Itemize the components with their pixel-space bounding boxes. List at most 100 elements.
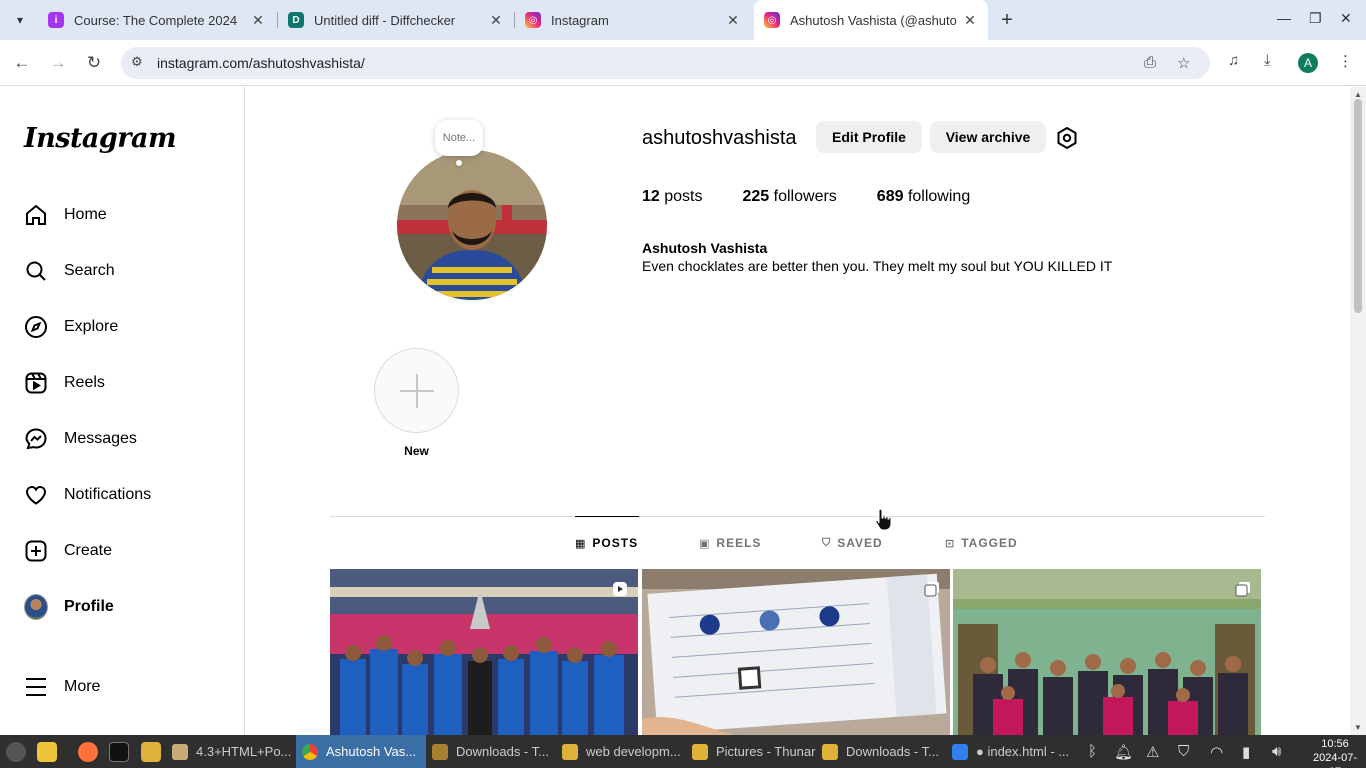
close-icon[interactable]: ✕ — [725, 12, 741, 29]
followers-stat[interactable]: 225 followers — [743, 188, 837, 206]
following-stat[interactable]: 689 following — [877, 188, 970, 206]
close-icon[interactable]: ✕ — [488, 12, 504, 29]
close-window-icon[interactable]: ✕ — [1340, 10, 1352, 27]
browser-tab[interactable]: ◎ Instagram ✕ — [515, 0, 751, 40]
browser-tab-active[interactable]: ◎ Ashutosh Vashista (@ashuto ✕ — [754, 0, 988, 40]
scroll-down-icon[interactable]: ▼ — [1354, 723, 1362, 732]
scroll-up-icon[interactable]: ▲ — [1354, 90, 1362, 99]
wifi-icon[interactable]: ◠ — [1210, 743, 1223, 761]
chrome-profile-avatar[interactable]: A — [1298, 53, 1318, 73]
nav-create[interactable]: Create — [24, 537, 112, 565]
reload-icon[interactable]: ↻ — [83, 52, 105, 74]
address-bar[interactable]: ⚙ instagram.com/ashutoshvashista/ ⎙ ☆ — [121, 47, 1210, 79]
browser-tab[interactable]: i Course: The Complete 2024 ✕ — [38, 0, 276, 40]
restore-icon[interactable]: ❐ — [1309, 10, 1322, 27]
update-manager-icon[interactable]: ⚠︎ — [1146, 743, 1159, 761]
clock-time: 10:56 — [1321, 738, 1349, 750]
edit-profile-button[interactable]: Edit Profile — [816, 121, 922, 153]
post-thumbnail[interactable] — [330, 569, 638, 735]
scrollbar-thumb[interactable] — [1354, 99, 1362, 313]
post-image-group-photo — [953, 569, 1261, 735]
taskbar-task[interactable]: 4.3+HTML+Po... — [166, 735, 296, 768]
taskbar-task[interactable]: ● index.html - ... — [946, 735, 1080, 768]
post-thumbnail[interactable] — [642, 569, 950, 735]
nav-reels[interactable]: Reels — [24, 369, 105, 397]
nav-notifications[interactable]: Notifications — [24, 481, 151, 509]
nav-home[interactable]: Home — [24, 201, 107, 229]
taskbar-task[interactable]: web developm... — [556, 735, 686, 768]
files-icon[interactable] — [37, 742, 57, 762]
new-highlight-button[interactable] — [374, 348, 459, 433]
start-menu-icon[interactable] — [6, 742, 26, 762]
firefox-icon[interactable] — [78, 742, 98, 762]
task-label: web developm... — [586, 744, 681, 759]
taskbar-task[interactable]: Pictures - Thunar — [686, 735, 816, 768]
instagram-icon: ◎ — [764, 12, 780, 28]
task-label: 4.3+HTML+Po... — [196, 744, 292, 759]
profile-photo-illustration — [397, 150, 547, 300]
taskbar-task[interactable]: Downloads - T... — [816, 735, 946, 768]
tag-icon: ⊡ — [945, 537, 956, 550]
nav-explore[interactable]: Explore — [24, 313, 118, 341]
task-label: Downloads - T... — [846, 744, 939, 759]
folder-icon[interactable] — [141, 742, 161, 762]
media-control-icon[interactable]: ♫ — [1228, 52, 1239, 69]
nav-label: Home — [64, 206, 107, 223]
nav-messages[interactable]: Messages — [24, 425, 137, 453]
forward-icon[interactable]: → — [47, 52, 69, 74]
tab-reels[interactable]: ▣ REELS — [699, 536, 761, 550]
terminal-icon[interactable] — [109, 742, 129, 762]
hamburger-icon — [24, 675, 48, 699]
settings-gear-icon[interactable] — [1055, 126, 1079, 150]
posts-count: 12 — [642, 188, 660, 205]
tab-posts[interactable]: ▦ POSTS — [575, 536, 638, 550]
carousel-badge-icon — [924, 582, 939, 597]
document-icon — [172, 743, 188, 760]
page-scrollbar[interactable]: ▲ ▼ — [1350, 87, 1366, 735]
tab-label: SAVED — [837, 536, 883, 550]
close-icon[interactable]: ✕ — [962, 12, 978, 29]
taskbar-task[interactable]: Downloads - T... — [426, 735, 556, 768]
downloads-icon[interactable]: ⤓ — [1264, 52, 1271, 69]
tab-title: Untitled diff - Diffchecker — [314, 12, 456, 28]
note-bubble[interactable]: Note... — [435, 120, 483, 156]
tab-title: Instagram — [551, 12, 609, 28]
close-icon[interactable]: ✕ — [250, 12, 266, 29]
browser-toolbar: ← → ↻ ⚙ instagram.com/ashutoshvashista/ … — [0, 40, 1366, 86]
following-count: 689 — [876, 188, 904, 205]
compass-icon — [24, 315, 48, 339]
battery-icon[interactable]: ▮ — [1242, 743, 1250, 761]
taskbar-task-active[interactable]: Ashutosh Vas... — [296, 735, 426, 768]
tab-search-chevron-icon[interactable]: ▾ — [8, 8, 32, 32]
view-archive-button[interactable]: View archive — [930, 121, 1046, 153]
tab-title: Course: The Complete 2024 — [74, 12, 238, 28]
install-app-icon[interactable]: ⎙ — [1144, 54, 1156, 71]
profile-picture[interactable] — [397, 150, 547, 300]
reels-icon: ▣ — [699, 537, 711, 550]
volume-icon[interactable]: 🔊︎ — [1272, 743, 1281, 760]
grid-icon: ▦ — [575, 537, 587, 550]
minimize-icon[interactable]: — — [1277, 10, 1291, 26]
new-tab-button[interactable]: + — [995, 8, 1019, 32]
browser-tab[interactable]: D Untitled diff - Diffchecker ✕ — [278, 0, 514, 40]
plus-icon — [399, 373, 434, 408]
nav-profile[interactable]: Profile — [24, 593, 114, 621]
instagram-logo[interactable]: Instagram — [24, 123, 177, 154]
menu-kebab-icon[interactable]: ⋮ — [1338, 52, 1353, 70]
bluetooth-icon[interactable]: ᛒ — [1088, 743, 1097, 760]
active-tab-indicator — [575, 516, 639, 517]
back-icon[interactable]: ← — [11, 52, 33, 74]
post-thumbnail[interactable] — [953, 569, 1261, 735]
nav-search[interactable]: Search — [24, 257, 115, 285]
shield-icon[interactable]: ⛉ — [1178, 743, 1189, 760]
notifications-bell-icon[interactable]: 🔔︎ — [1114, 743, 1133, 761]
bookmark-star-icon[interactable]: ☆ — [1177, 54, 1190, 72]
task-label: Ashutosh Vas... — [326, 744, 417, 759]
tab-tagged[interactable]: ⊡ TAGGED — [945, 536, 1018, 550]
url-text[interactable]: instagram.com/ashutoshvashista/ — [157, 55, 365, 71]
nav-more[interactable]: More — [24, 673, 100, 701]
site-info-icon[interactable]: ⚙ — [131, 54, 143, 70]
system-clock[interactable]: 10:56 2024-07-07 — [1307, 737, 1363, 768]
tab-saved[interactable]: ⛉ SAVED — [822, 536, 883, 550]
bookmark-icon: ⛉ — [822, 536, 832, 549]
